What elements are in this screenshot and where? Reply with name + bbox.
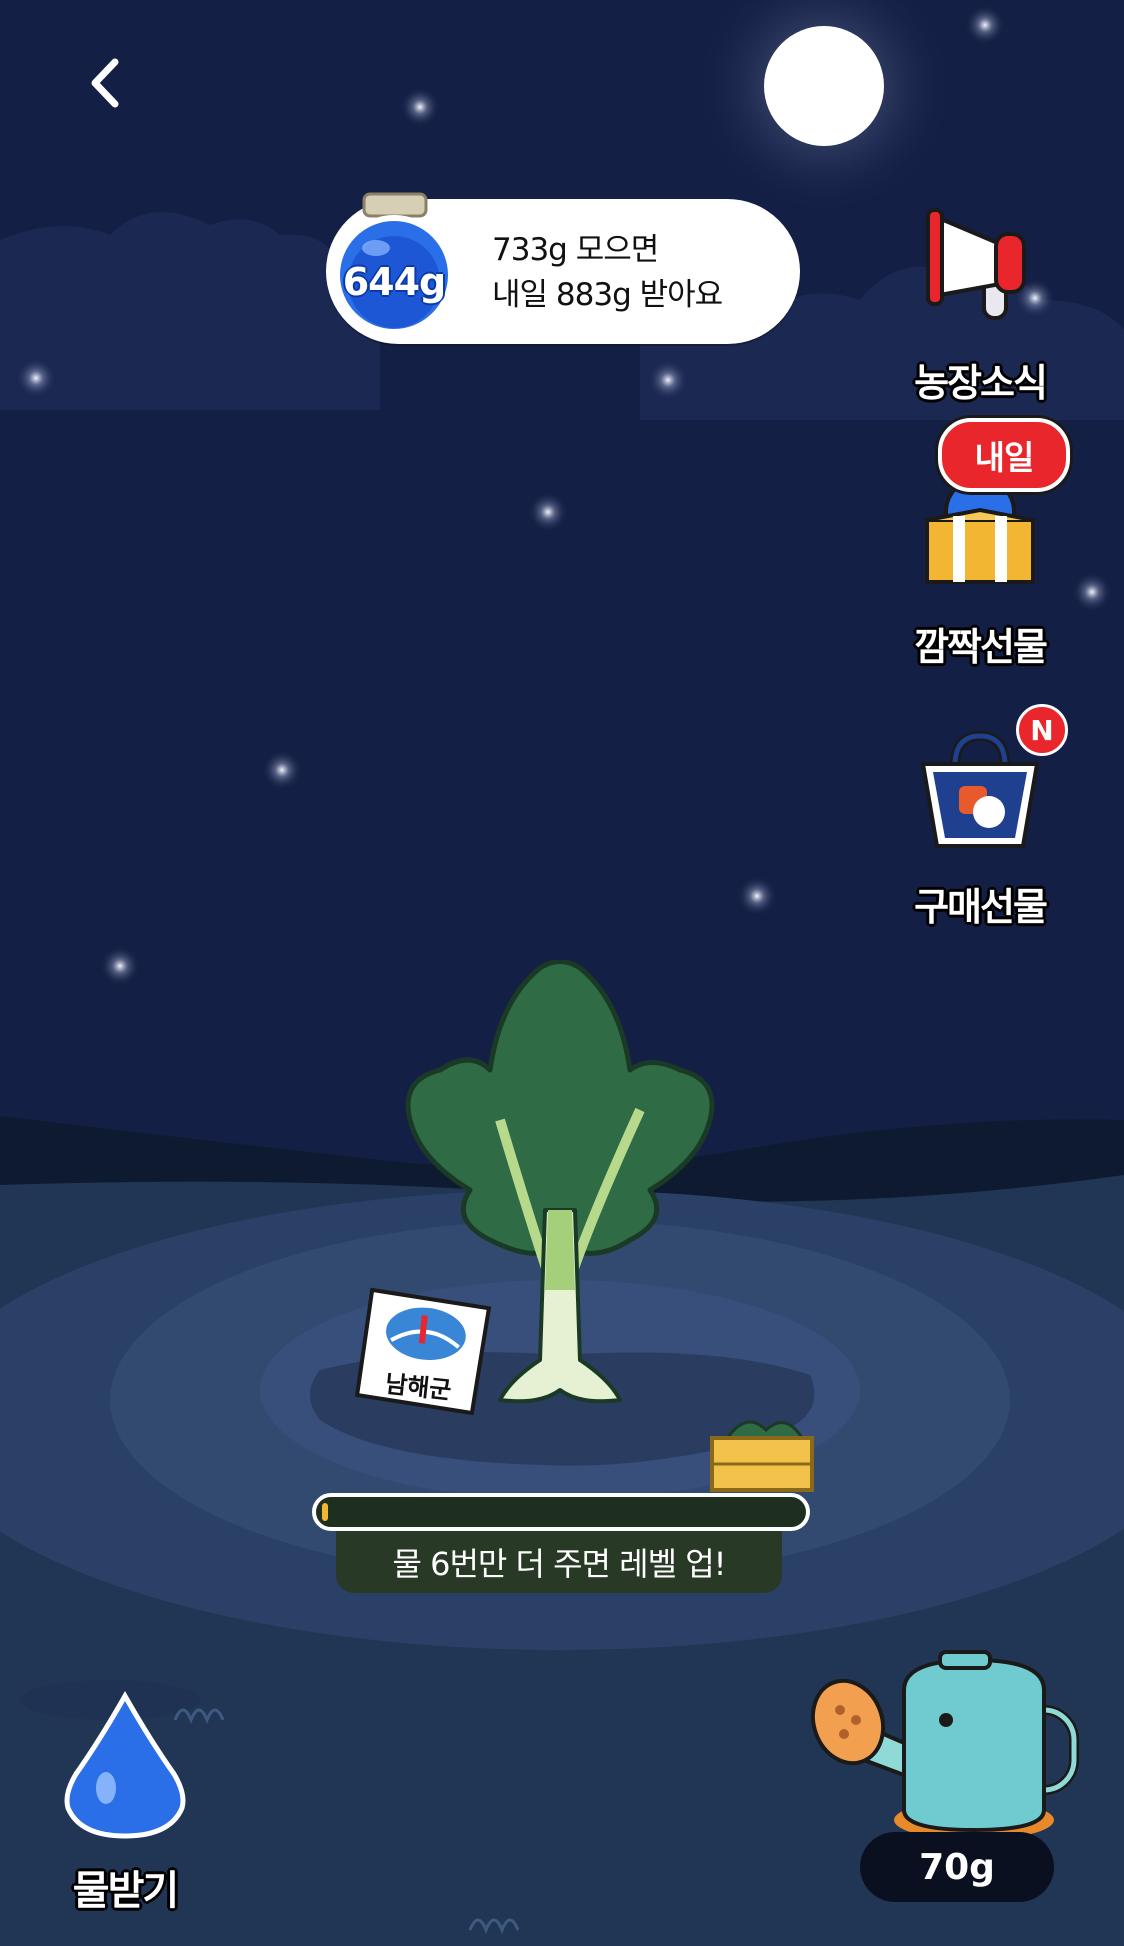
watering-can-icon xyxy=(810,1650,1079,1840)
level-progress-bar xyxy=(312,1493,810,1531)
purchase-gift-button[interactable]: 구매선물 xyxy=(890,728,1070,929)
water-drop-icon xyxy=(64,1690,186,1839)
back-button[interactable] xyxy=(70,48,140,118)
level-progress-fill xyxy=(322,1503,328,1521)
megaphone-icon xyxy=(926,208,1026,320)
farm-news-label: 농장소식 xyxy=(914,361,1048,405)
tomorrow-badge: 내일 xyxy=(938,418,1070,492)
water-goal-line2: 내일 883g 받아요 xyxy=(492,277,723,313)
level-up-caption: 물 6번만 더 주면 레벨 업! xyxy=(336,1531,782,1593)
water-amount: 644g xyxy=(342,260,447,304)
farm-scene: 644g 733g 모으면 내일 883g 받아요 농장소식 깜짝선물 내일 구… xyxy=(0,0,1124,1946)
new-badge: N xyxy=(1016,704,1068,756)
vegetable-crate-icon[interactable] xyxy=(706,1410,818,1494)
purchase-gift-label: 구매선물 xyxy=(914,885,1048,929)
water-goal-line1: 733g 모으면 xyxy=(492,232,659,268)
watering-amount: 70g xyxy=(860,1832,1054,1902)
chevron-left-icon xyxy=(91,58,119,108)
surprise-gift-button[interactable]: 깜짝선물 xyxy=(890,470,1070,670)
water-goal-text: 733g 모으면 내일 883g 받아요 xyxy=(492,228,792,318)
surprise-gift-label: 깜짝선물 xyxy=(914,625,1048,669)
collect-water-label: 물받기 xyxy=(72,1868,179,1914)
collect-water-button[interactable]: 물받기 xyxy=(40,1690,210,1920)
region-sign: 남해군 xyxy=(354,1283,500,1420)
water-jar: 644g xyxy=(326,190,462,340)
farm-news-button[interactable]: 농장소식 xyxy=(890,196,1070,406)
